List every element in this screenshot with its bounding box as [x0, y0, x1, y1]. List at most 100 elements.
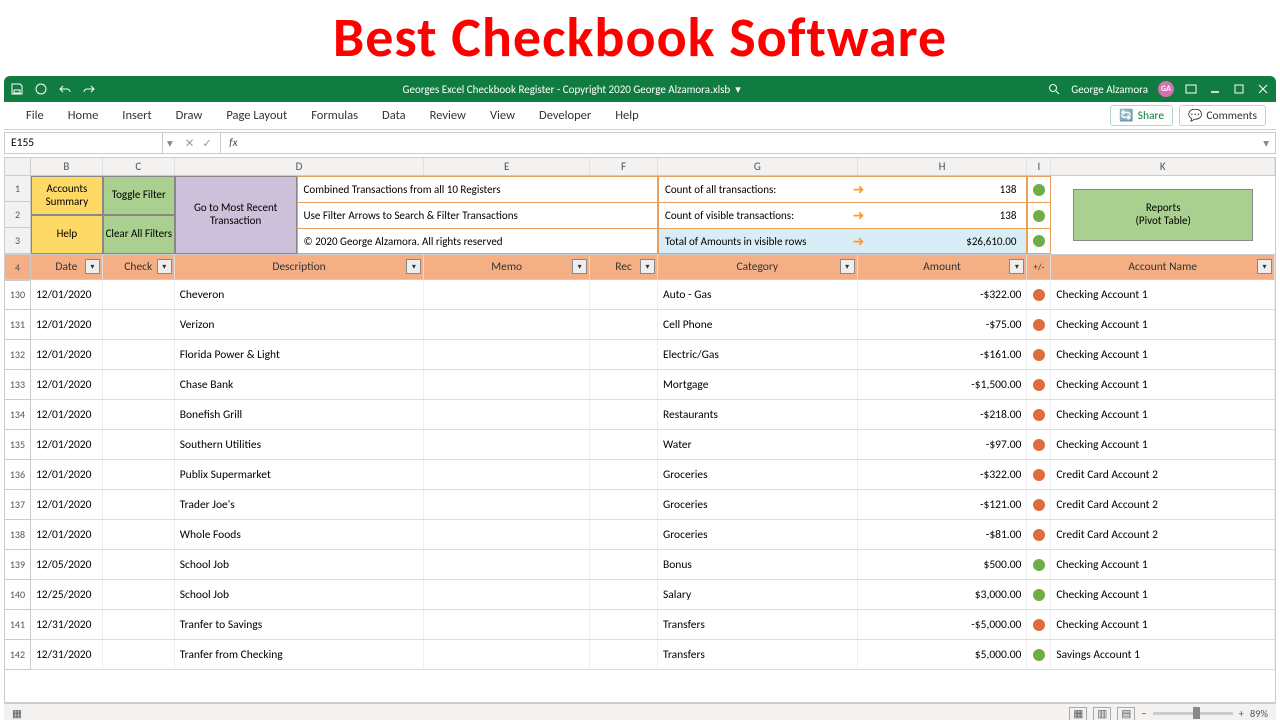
cell-memo[interactable]: [424, 520, 590, 549]
cell-account[interactable]: Credit Card Account 2: [1051, 520, 1275, 549]
cell-description[interactable]: Whole Foods: [175, 520, 425, 549]
cell-memo[interactable]: [424, 280, 590, 309]
cell-date[interactable]: 12/01/2020: [31, 400, 103, 429]
search-icon[interactable]: [1047, 82, 1061, 96]
reports-button[interactable]: Reports (Pivot Table): [1073, 189, 1253, 241]
table-row[interactable]: 13712/01/2020Trader Joe'sGroceries-$121.…: [5, 490, 1275, 520]
redo-icon[interactable]: [82, 82, 96, 96]
cell-description[interactable]: School Job: [175, 550, 425, 579]
col-header-i[interactable]: I: [1027, 158, 1051, 175]
cell-category[interactable]: Electric/Gas: [658, 340, 858, 369]
cell-description[interactable]: Southern Utilities: [175, 430, 425, 459]
cell-category[interactable]: Transfers: [658, 640, 858, 669]
avatar[interactable]: GA: [1158, 81, 1174, 97]
cell-description[interactable]: Verizon: [175, 310, 425, 339]
tab-file[interactable]: File: [14, 108, 56, 123]
cell-check[interactable]: [103, 430, 175, 459]
table-row[interactable]: 13212/01/2020Florida Power & LightElectr…: [5, 340, 1275, 370]
row-header[interactable]: 2: [5, 202, 31, 228]
cell-category[interactable]: Auto - Gas: [658, 280, 858, 309]
col-header-k[interactable]: K: [1051, 158, 1275, 175]
cell-amount[interactable]: -$121.00: [858, 490, 1028, 519]
cell-status[interactable]: [1027, 310, 1051, 339]
row-header[interactable]: 130: [5, 280, 31, 310]
col-header-h[interactable]: H: [858, 158, 1028, 175]
help-button[interactable]: Help: [31, 215, 103, 254]
col-header-d[interactable]: D: [175, 158, 425, 175]
tab-help[interactable]: Help: [603, 108, 650, 123]
cell-account[interactable]: Checking Account 1: [1051, 280, 1275, 309]
spreadsheet-grid[interactable]: B C D E F G H I K 1 2 3 Accounts Summary…: [4, 157, 1276, 703]
filter-icon[interactable]: ▾: [840, 259, 855, 274]
select-all-cell[interactable]: [5, 158, 31, 175]
cell-rec[interactable]: [590, 280, 658, 309]
zoom-level[interactable]: 89%: [1250, 707, 1268, 720]
cell-date[interactable]: 12/01/2020: [31, 430, 103, 459]
col-header-b[interactable]: B: [31, 158, 103, 175]
cell-date[interactable]: 12/01/2020: [31, 340, 103, 369]
cell-status[interactable]: [1027, 370, 1051, 399]
row-header[interactable]: 138: [5, 520, 31, 550]
table-row[interactable]: 13812/01/2020Whole FoodsGroceries-$81.00…: [5, 520, 1275, 550]
cell-account[interactable]: Checking Account 1: [1051, 310, 1275, 339]
cell-check[interactable]: [103, 340, 175, 369]
cell-amount[interactable]: -$75.00: [858, 310, 1028, 339]
row-header[interactable]: 131: [5, 310, 31, 340]
cancel-formula-icon[interactable]: ✕: [185, 136, 195, 151]
row-header[interactable]: 132: [5, 340, 31, 370]
cell-amount[interactable]: -$97.00: [858, 430, 1028, 459]
user-name[interactable]: George Alzamora: [1071, 83, 1148, 96]
cell-amount[interactable]: -$5,000.00: [858, 610, 1028, 639]
table-row[interactable]: 13112/01/2020VerizonCell Phone-$75.00Che…: [5, 310, 1275, 340]
cell-account[interactable]: Checking Account 1: [1051, 580, 1275, 609]
col-header-c[interactable]: C: [103, 158, 175, 175]
cell-category[interactable]: Groceries: [658, 490, 858, 519]
share-button[interactable]: 🔄 Share: [1110, 105, 1173, 126]
cell-description[interactable]: Tranfer to Savings: [175, 610, 425, 639]
cell-check[interactable]: [103, 460, 175, 489]
zoom-out-icon[interactable]: −: [1141, 707, 1146, 720]
name-box[interactable]: [5, 133, 163, 153]
cell-account[interactable]: Credit Card Account 2: [1051, 460, 1275, 489]
cell-account[interactable]: Savings Account 1: [1051, 640, 1275, 669]
table-row[interactable]: 13012/01/2020CheveronAuto - Gas-$322.00C…: [5, 280, 1275, 310]
tab-data[interactable]: Data: [370, 108, 418, 123]
cell-check[interactable]: [103, 370, 175, 399]
cell-status[interactable]: [1027, 280, 1051, 309]
col-header-g[interactable]: G: [658, 158, 858, 175]
col-header-f[interactable]: F: [590, 158, 658, 175]
cell-date[interactable]: 12/05/2020: [31, 550, 103, 579]
table-row[interactable]: 14212/31/2020Tranfer from CheckingTransf…: [5, 640, 1275, 670]
row-header[interactable]: 136: [5, 460, 31, 490]
cell-check[interactable]: [103, 310, 175, 339]
cell-account[interactable]: Checking Account 1: [1051, 340, 1275, 369]
row-header[interactable]: 137: [5, 490, 31, 520]
cell-check[interactable]: [103, 580, 175, 609]
enter-formula-icon[interactable]: ✓: [202, 136, 212, 151]
cell-memo[interactable]: [424, 640, 590, 669]
toggle-filter-button[interactable]: Toggle Filter: [103, 176, 175, 215]
cell-description[interactable]: Chase Bank: [175, 370, 425, 399]
tab-home[interactable]: Home: [56, 108, 111, 123]
cell-rec[interactable]: [590, 370, 658, 399]
row-header[interactable]: 140: [5, 580, 31, 610]
cell-date[interactable]: 12/25/2020: [31, 580, 103, 609]
cell-category[interactable]: Mortgage: [658, 370, 858, 399]
cell-amount[interactable]: -$161.00: [858, 340, 1028, 369]
cell-amount[interactable]: -$218.00: [858, 400, 1028, 429]
comments-button[interactable]: 💬 Comments: [1179, 105, 1266, 126]
name-box-input[interactable]: [11, 136, 156, 150]
row-header[interactable]: 135: [5, 430, 31, 460]
cell-category[interactable]: Cell Phone: [658, 310, 858, 339]
cell-memo[interactable]: [424, 310, 590, 339]
table-row[interactable]: 13612/01/2020Publix SupermarketGroceries…: [5, 460, 1275, 490]
table-row[interactable]: 13312/01/2020Chase BankMortgage-$1,500.0…: [5, 370, 1275, 400]
filter-icon[interactable]: ▾: [572, 259, 587, 274]
cell-status[interactable]: [1027, 610, 1051, 639]
cell-memo[interactable]: [424, 400, 590, 429]
cell-rec[interactable]: [590, 460, 658, 489]
cell-category[interactable]: Restaurants: [658, 400, 858, 429]
cell-description[interactable]: Publix Supermarket: [175, 460, 425, 489]
row-header[interactable]: 3: [5, 228, 31, 254]
tab-view[interactable]: View: [478, 108, 527, 123]
